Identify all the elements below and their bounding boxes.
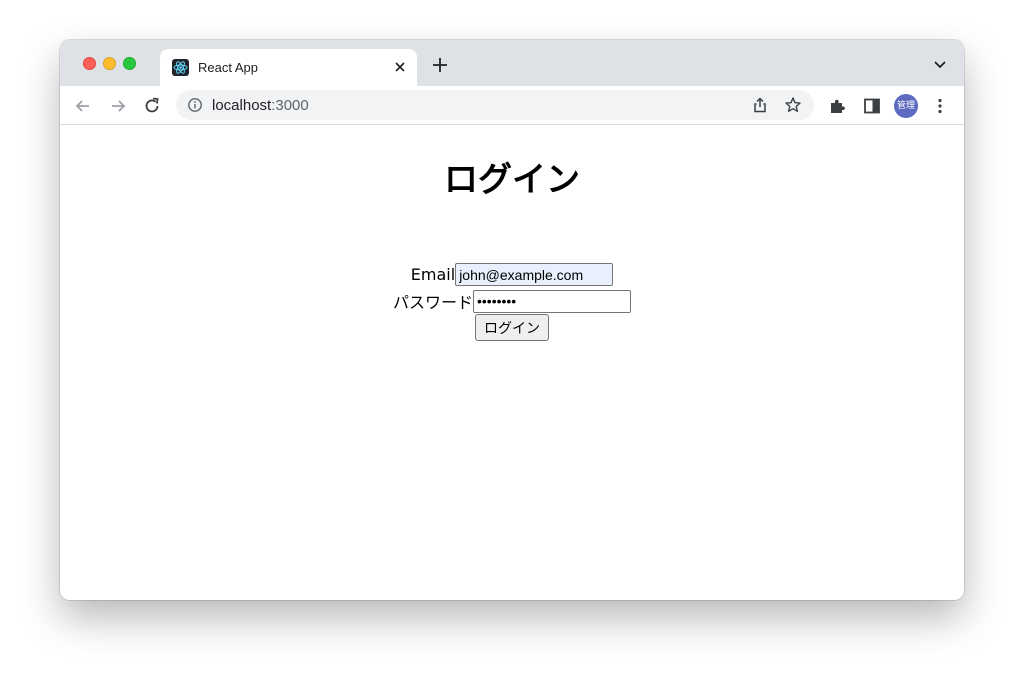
- forward-arrow-icon[interactable]: [108, 96, 128, 116]
- puzzle-icon[interactable]: [828, 96, 848, 116]
- window-maximize-button[interactable]: [123, 57, 136, 70]
- share-icon[interactable]: [751, 96, 769, 114]
- login-button[interactable]: ログイン: [475, 314, 549, 341]
- submit-row: ログイン: [60, 314, 964, 341]
- tab-react-app[interactable]: React App: [160, 49, 417, 86]
- url-host: localhost: [212, 97, 272, 114]
- url-port: :3000: [271, 97, 309, 114]
- page-title: ログイン: [444, 160, 580, 200]
- password-field[interactable]: [473, 289, 631, 313]
- chevron-down-icon[interactable]: [932, 58, 948, 72]
- page-content: ログイン Email パスワード ログイン: [60, 126, 964, 600]
- password-label: パスワード: [392, 293, 473, 312]
- address-bar[interactable]: localhost:3000: [176, 90, 814, 120]
- browser-window: React App localhost:3000 管理 ログイン Emailjo…: [60, 40, 964, 600]
- side-panel-icon[interactable]: [862, 96, 882, 116]
- reload-icon[interactable]: [142, 96, 162, 116]
- url-text: localhost:3000: [212, 97, 309, 114]
- back-arrow-icon[interactable]: [73, 96, 93, 116]
- kebab-menu-icon[interactable]: [930, 96, 950, 116]
- tab-strip: React App: [60, 40, 964, 86]
- window-close-button[interactable]: [83, 57, 96, 70]
- password-row: パスワード: [60, 289, 964, 313]
- info-icon[interactable]: [187, 97, 203, 113]
- react-logo-icon: [172, 59, 189, 76]
- email-label: Email: [410, 265, 456, 284]
- window-minimize-button[interactable]: [103, 57, 116, 70]
- plus-icon[interactable]: [430, 55, 450, 75]
- star-icon[interactable]: [784, 96, 802, 114]
- email-row: Email: [60, 263, 964, 286]
- profile-avatar[interactable]: 管理: [894, 94, 918, 118]
- close-icon[interactable]: [391, 58, 409, 76]
- email-field[interactable]: [455, 263, 614, 286]
- browser-toolbar: localhost:3000 管理: [60, 86, 964, 125]
- tab-title: React App: [198, 60, 258, 75]
